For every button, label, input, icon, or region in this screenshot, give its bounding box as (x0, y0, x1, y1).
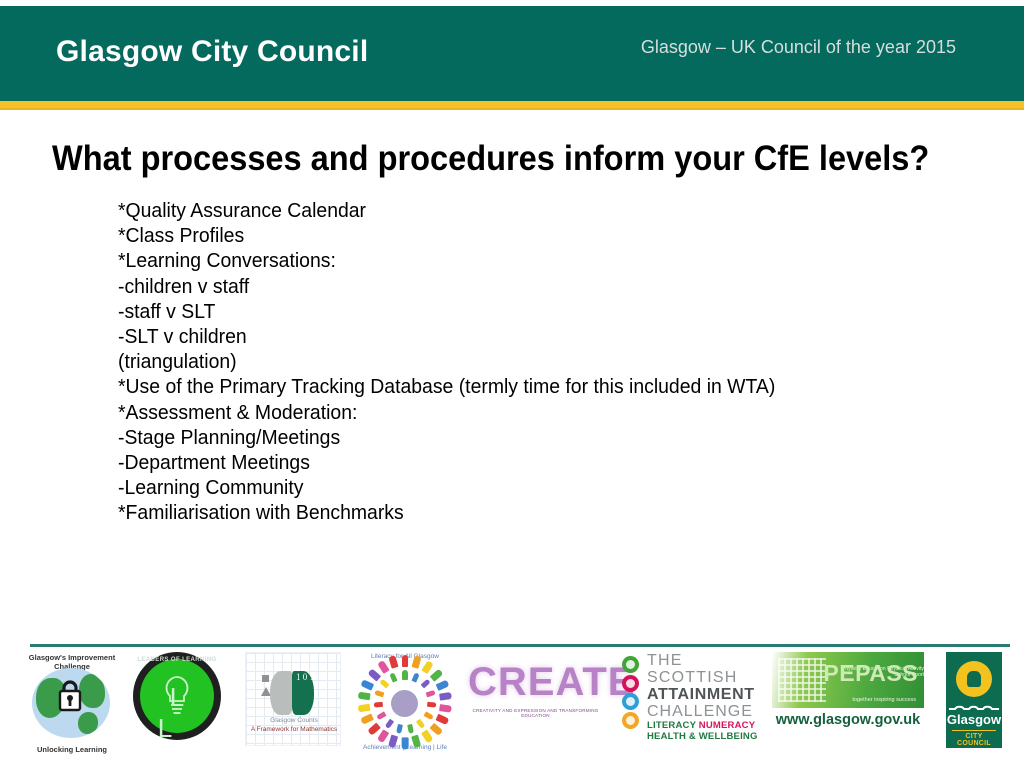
literacy-figure-icon (367, 722, 381, 736)
literacy-figure-icon (435, 679, 450, 691)
body-line: -staff v SLT (118, 300, 216, 323)
footer-divider (30, 644, 1010, 647)
crest-emblem-icon (956, 661, 992, 697)
lol-letters: L L (157, 682, 209, 743)
presentation-slide: Glasgow City Council Glasgow – UK Counci… (0, 0, 1024, 768)
pepass-logo: Physical Education Physical Activity Sch… (772, 652, 924, 748)
slide-title: What processes and procedures inform you… (52, 139, 930, 178)
glasgow-city-council-crest: Glasgow CITY COUNCIL (946, 652, 1002, 748)
literacy-figure-icon (416, 718, 426, 730)
body-line: *Use of the Primary Tracking Database (t… (118, 376, 776, 399)
counts-caption-line1: Glasgow Counts (270, 717, 318, 724)
body-line: -children v staff (118, 275, 250, 298)
literacy-figure-icon (367, 668, 381, 682)
pepass-pattern (778, 658, 826, 702)
body-line: -Stage Planning/Meetings (118, 426, 341, 449)
glasgow-counts-logo: 1 0 1 0 1 1 Glasgow Counts A Framework f… (245, 652, 341, 746)
scottish-attainment-challenge-logo: THE SCOTTISH ATTAINMENT CHALLENGE LITERA… (622, 652, 770, 742)
literacy-figure-icon (407, 723, 415, 734)
create-logo: CREATE CREATIVITY AND EXPRESSION AND TRA… (468, 652, 636, 730)
glasgows-improvement-challenge-logo: Glasgow's Improvement Challenge Unlockin… (18, 652, 126, 756)
glasgow-website-url[interactable]: www.glasgow.gov.uk (772, 712, 924, 728)
create-subtitle: CREATIVITY AND EXPRESSION AND TRANSFORMI… (472, 708, 599, 718)
literacy-figure-icon (401, 736, 409, 750)
literacy-figure-icon (389, 672, 399, 683)
leaders-of-learning-logo: LEADERS OF LEARNING L L (133, 652, 221, 744)
body-line: *Class Profiles (118, 225, 245, 248)
body-line: -Department Meetings (118, 452, 310, 475)
crest-city-label: Glasgow (946, 712, 1002, 727)
sac-line1: THE SCOTTISH (647, 652, 738, 686)
header-gold-rule (0, 101, 1024, 110)
padlock-icon (58, 680, 82, 712)
body-line: *Assessment & Moderation: (118, 401, 358, 424)
literacy-figure-icon (401, 654, 409, 668)
crest-wave-icon (949, 705, 999, 710)
literacy-figure-icon (421, 660, 434, 675)
pepass-wordmark: PEPASS (823, 660, 918, 686)
literacy-figure-icon (402, 670, 408, 680)
counts-binary-digits: 1 0 1 0 1 1 (296, 672, 335, 682)
sac-green-circle-icon (622, 656, 639, 673)
literacy-figure-icon (379, 678, 391, 689)
head-silhouette-left-icon (270, 671, 292, 715)
literacy-figure-icon (360, 679, 375, 691)
literacy-figure-icon (429, 722, 443, 736)
literacy-figure-icon (357, 691, 371, 701)
lol-arc-text: LEADERS OF LEARNING (137, 657, 217, 663)
sac-line3: CHALLENGE (647, 703, 753, 720)
body-line: *Quality Assurance Calendar (118, 200, 367, 222)
sac-literacy-label: LITERACY (647, 720, 696, 731)
literacy-figure-icon (421, 729, 434, 744)
literacy-figure-icon (419, 678, 431, 689)
crest-council-label: CITY COUNCIL (952, 730, 996, 747)
body-line: -SLT v children (118, 326, 247, 349)
header-banner: Glasgow City Council Glasgow – UK Counci… (0, 6, 1024, 101)
literacy-figure-icon (360, 713, 375, 725)
sac-orange-circle-icon (622, 711, 639, 729)
sac-numeracy-label: NUMERACY (698, 720, 756, 731)
sac-blue-circle-icon (622, 693, 639, 710)
sac-pink-circle-icon (622, 674, 639, 692)
literacy-figure-icon (395, 723, 403, 734)
body-line: (triangulation) (118, 351, 237, 374)
literacy-figure-icon (429, 668, 443, 682)
literacy-figure-icon (425, 689, 436, 698)
literacy-figure-icon (373, 701, 384, 708)
literacy-figure-icon (357, 703, 371, 712)
literacy-for-all-glasgow-logo: Literacy for All Glasgow Achievement | L… (355, 652, 455, 752)
literacy-figure-icon (423, 710, 434, 721)
literacy-figure-icon (438, 691, 453, 701)
sac-icon-column (622, 656, 644, 730)
brand-title: Glasgow City Council (56, 35, 369, 68)
literacy-figure-icon (376, 710, 387, 721)
footer-logo-strip: Glasgow's Improvement Challenge Unlockin… (0, 652, 1024, 764)
literacy-figure-icon (374, 689, 385, 698)
slide-body-list: *Quality Assurance Calendar *Class Profi… (118, 199, 978, 527)
create-wordmark: CREATE (468, 660, 636, 704)
literacy-figure-icon (426, 701, 437, 708)
literacy-figure-icon (384, 718, 394, 730)
globe-arc-bottom-text: Unlocking Learning (36, 745, 107, 754)
body-line: *Learning Conversations: (118, 250, 336, 273)
body-line: *Familiarisation with Benchmarks (118, 502, 404, 525)
pepass-tagline: together inspiring success (852, 697, 916, 703)
sac-line2: ATTAINMENT (647, 686, 755, 703)
literacy-figure-icon (411, 672, 421, 683)
header-tagline: Glasgow – UK Council of the year 2015 (640, 37, 956, 57)
counts-caption-line2: A Framework for Mathematics (250, 726, 338, 733)
sac-line5: HEALTH & WELLBEING (647, 731, 758, 742)
square-shape-icon (262, 675, 269, 682)
literacy-figure-icon (411, 655, 422, 670)
literacy-figure-icon (376, 660, 389, 675)
literacy-center-circle (391, 690, 418, 717)
body-line: -Learning Community (118, 477, 304, 500)
literacy-figure-icon (438, 703, 453, 712)
literacy-figure-icon (435, 713, 450, 725)
literacy-figure-icon (376, 729, 389, 744)
